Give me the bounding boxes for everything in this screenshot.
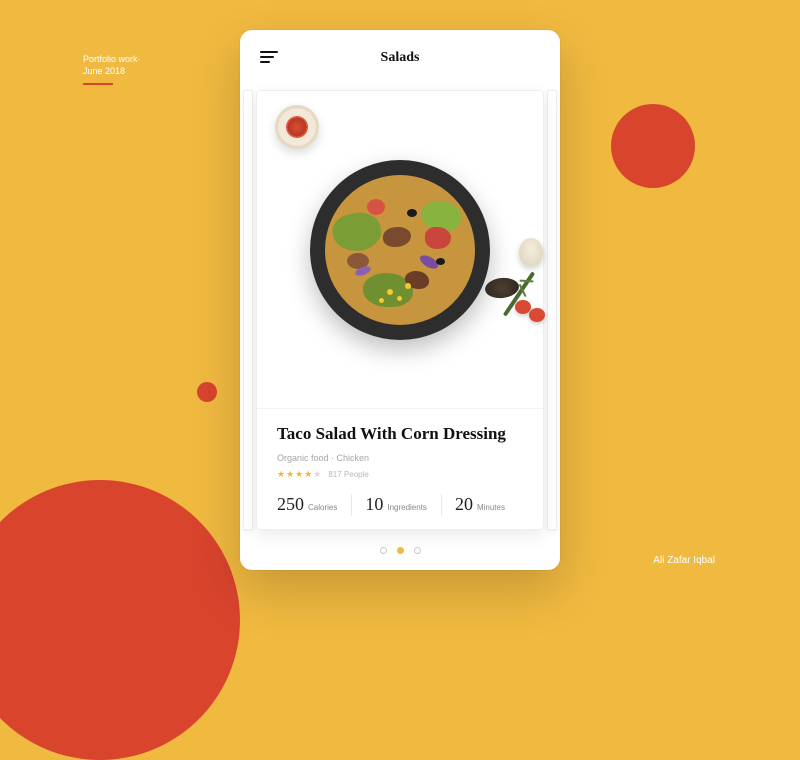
rating: ★★★★★ 817 People bbox=[277, 469, 523, 480]
rating-count: 817 People bbox=[328, 470, 368, 479]
stat-value: 10 bbox=[365, 494, 383, 515]
pager-dot-2[interactable] bbox=[414, 547, 421, 554]
salad-food bbox=[325, 175, 475, 325]
phone-mockup: Salads bbox=[240, 30, 560, 570]
pager-dot-1[interactable] bbox=[397, 547, 404, 554]
recipe-info: Taco Salad With Corn Dressing Organic fo… bbox=[257, 408, 543, 529]
stat-label: Ingredients bbox=[387, 503, 427, 512]
plate bbox=[310, 160, 490, 340]
bg-circle-small bbox=[197, 382, 217, 402]
stat-value: 20 bbox=[455, 494, 473, 515]
author-credit: Ali Zafar Iqbal bbox=[653, 555, 715, 566]
stat-label: Calories bbox=[308, 503, 337, 512]
sauce-bowl bbox=[275, 105, 319, 149]
recipe-subtitle: Organic food · Chicken bbox=[277, 453, 523, 463]
garnish-decor bbox=[479, 238, 549, 328]
stat-minutes: 20 Minutes bbox=[441, 494, 505, 515]
card-carousel[interactable]: Taco Salad With Corn Dressing Organic fo… bbox=[240, 86, 560, 570]
portfolio-caption: Portfolio work· June 2018 bbox=[83, 54, 141, 77]
pager-dot-0[interactable] bbox=[380, 547, 387, 554]
pager bbox=[240, 547, 560, 554]
bg-circle-medium bbox=[611, 104, 695, 188]
page-title: Salads bbox=[381, 50, 420, 66]
portfolio-underline bbox=[83, 83, 113, 85]
recipe-card[interactable]: Taco Salad With Corn Dressing Organic fo… bbox=[256, 90, 544, 530]
menu-icon[interactable] bbox=[260, 51, 280, 65]
recipe-title: Taco Salad With Corn Dressing bbox=[277, 423, 523, 445]
stats: 250 Calories 10 Ingredients 20 Minutes bbox=[277, 494, 523, 515]
card-peek-prev[interactable] bbox=[243, 90, 253, 530]
recipe-image bbox=[257, 91, 543, 408]
star-icons: ★★★★★ bbox=[277, 469, 322, 480]
portfolio-line2: June 2018 bbox=[83, 66, 125, 76]
stat-calories: 250 Calories bbox=[277, 494, 337, 515]
stat-ingredients: 10 Ingredients bbox=[351, 494, 427, 515]
portfolio-line1: Portfolio work· bbox=[83, 54, 141, 64]
stat-value: 250 bbox=[277, 494, 304, 515]
stat-label: Minutes bbox=[477, 503, 505, 512]
bg-circle-large bbox=[0, 480, 240, 760]
app-header: Salads bbox=[240, 30, 560, 86]
